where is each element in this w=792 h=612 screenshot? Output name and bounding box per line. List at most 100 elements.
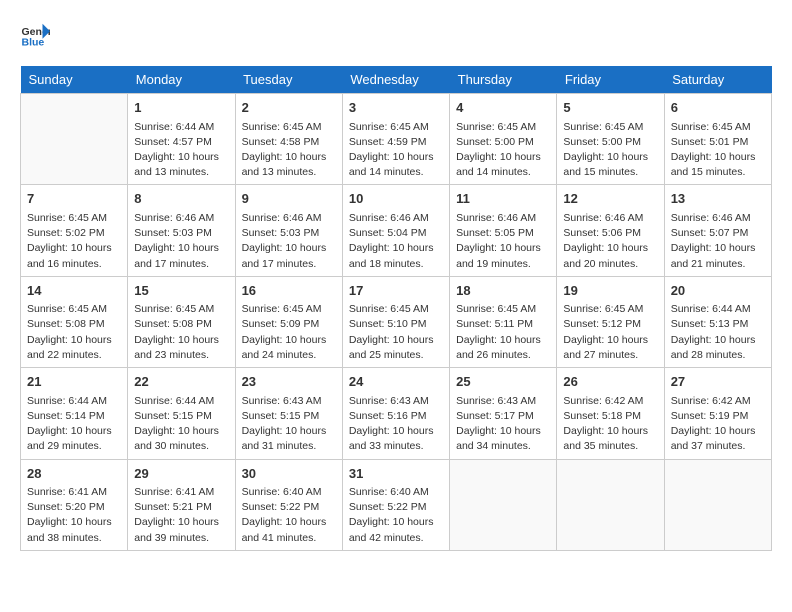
calendar-cell: 17Sunrise: 6:45 AM Sunset: 5:10 PM Dayli…: [342, 276, 449, 367]
calendar-cell: 30Sunrise: 6:40 AM Sunset: 5:22 PM Dayli…: [235, 459, 342, 550]
logo-icon: General Blue: [20, 20, 50, 50]
day-number: 23: [242, 372, 336, 392]
day-info: Sunrise: 6:45 AM Sunset: 5:10 PM Dayligh…: [349, 302, 443, 363]
day-info: Sunrise: 6:41 AM Sunset: 5:21 PM Dayligh…: [134, 485, 228, 546]
weekday-header-sunday: Sunday: [21, 66, 128, 94]
day-info: Sunrise: 6:45 AM Sunset: 5:11 PM Dayligh…: [456, 302, 550, 363]
day-info: Sunrise: 6:46 AM Sunset: 5:03 PM Dayligh…: [134, 211, 228, 272]
day-info: Sunrise: 6:45 AM Sunset: 4:58 PM Dayligh…: [242, 120, 336, 181]
calendar-table: SundayMondayTuesdayWednesdayThursdayFrid…: [20, 66, 772, 551]
calendar-cell: 6Sunrise: 6:45 AM Sunset: 5:01 PM Daylig…: [664, 94, 771, 185]
calendar-cell: 16Sunrise: 6:45 AM Sunset: 5:09 PM Dayli…: [235, 276, 342, 367]
day-info: Sunrise: 6:44 AM Sunset: 5:13 PM Dayligh…: [671, 302, 765, 363]
day-info: Sunrise: 6:41 AM Sunset: 5:20 PM Dayligh…: [27, 485, 121, 546]
calendar-cell: 13Sunrise: 6:46 AM Sunset: 5:07 PM Dayli…: [664, 185, 771, 276]
calendar-cell: 9Sunrise: 6:46 AM Sunset: 5:03 PM Daylig…: [235, 185, 342, 276]
day-number: 24: [349, 372, 443, 392]
calendar-cell: 12Sunrise: 6:46 AM Sunset: 5:06 PM Dayli…: [557, 185, 664, 276]
day-number: 22: [134, 372, 228, 392]
day-number: 16: [242, 281, 336, 301]
calendar-cell: 7Sunrise: 6:45 AM Sunset: 5:02 PM Daylig…: [21, 185, 128, 276]
day-number: 9: [242, 189, 336, 209]
day-number: 10: [349, 189, 443, 209]
day-number: 7: [27, 189, 121, 209]
calendar-cell: 31Sunrise: 6:40 AM Sunset: 5:22 PM Dayli…: [342, 459, 449, 550]
calendar-cell: 24Sunrise: 6:43 AM Sunset: 5:16 PM Dayli…: [342, 368, 449, 459]
calendar-cell: 15Sunrise: 6:45 AM Sunset: 5:08 PM Dayli…: [128, 276, 235, 367]
calendar-cell: 11Sunrise: 6:46 AM Sunset: 5:05 PM Dayli…: [450, 185, 557, 276]
calendar-cell: 28Sunrise: 6:41 AM Sunset: 5:20 PM Dayli…: [21, 459, 128, 550]
day-info: Sunrise: 6:42 AM Sunset: 5:18 PM Dayligh…: [563, 394, 657, 455]
day-number: 3: [349, 98, 443, 118]
calendar-cell: 14Sunrise: 6:45 AM Sunset: 5:08 PM Dayli…: [21, 276, 128, 367]
weekday-header-saturday: Saturday: [664, 66, 771, 94]
day-number: 26: [563, 372, 657, 392]
day-info: Sunrise: 6:43 AM Sunset: 5:15 PM Dayligh…: [242, 394, 336, 455]
weekday-header-friday: Friday: [557, 66, 664, 94]
day-number: 8: [134, 189, 228, 209]
weekday-header-wednesday: Wednesday: [342, 66, 449, 94]
day-info: Sunrise: 6:46 AM Sunset: 5:07 PM Dayligh…: [671, 211, 765, 272]
calendar-cell: 27Sunrise: 6:42 AM Sunset: 5:19 PM Dayli…: [664, 368, 771, 459]
calendar-cell: 21Sunrise: 6:44 AM Sunset: 5:14 PM Dayli…: [21, 368, 128, 459]
day-info: Sunrise: 6:45 AM Sunset: 5:08 PM Dayligh…: [27, 302, 121, 363]
calendar-cell: 8Sunrise: 6:46 AM Sunset: 5:03 PM Daylig…: [128, 185, 235, 276]
day-info: Sunrise: 6:42 AM Sunset: 5:19 PM Dayligh…: [671, 394, 765, 455]
calendar-cell: [664, 459, 771, 550]
day-number: 17: [349, 281, 443, 301]
day-info: Sunrise: 6:45 AM Sunset: 4:59 PM Dayligh…: [349, 120, 443, 181]
day-number: 13: [671, 189, 765, 209]
day-info: Sunrise: 6:46 AM Sunset: 5:04 PM Dayligh…: [349, 211, 443, 272]
logo: General Blue: [20, 20, 50, 50]
day-number: 1: [134, 98, 228, 118]
week-row-2: 7Sunrise: 6:45 AM Sunset: 5:02 PM Daylig…: [21, 185, 772, 276]
calendar-cell: 22Sunrise: 6:44 AM Sunset: 5:15 PM Dayli…: [128, 368, 235, 459]
day-info: Sunrise: 6:43 AM Sunset: 5:16 PM Dayligh…: [349, 394, 443, 455]
calendar-cell: [21, 94, 128, 185]
day-number: 28: [27, 464, 121, 484]
day-info: Sunrise: 6:43 AM Sunset: 5:17 PM Dayligh…: [456, 394, 550, 455]
weekday-header-thursday: Thursday: [450, 66, 557, 94]
weekday-header-tuesday: Tuesday: [235, 66, 342, 94]
day-info: Sunrise: 6:40 AM Sunset: 5:22 PM Dayligh…: [349, 485, 443, 546]
day-info: Sunrise: 6:45 AM Sunset: 5:12 PM Dayligh…: [563, 302, 657, 363]
calendar-cell: 1Sunrise: 6:44 AM Sunset: 4:57 PM Daylig…: [128, 94, 235, 185]
day-info: Sunrise: 6:45 AM Sunset: 5:02 PM Dayligh…: [27, 211, 121, 272]
calendar-cell: [450, 459, 557, 550]
day-info: Sunrise: 6:46 AM Sunset: 5:03 PM Dayligh…: [242, 211, 336, 272]
week-row-4: 21Sunrise: 6:44 AM Sunset: 5:14 PM Dayli…: [21, 368, 772, 459]
calendar-cell: 5Sunrise: 6:45 AM Sunset: 5:00 PM Daylig…: [557, 94, 664, 185]
day-number: 4: [456, 98, 550, 118]
day-info: Sunrise: 6:44 AM Sunset: 5:15 PM Dayligh…: [134, 394, 228, 455]
calendar-cell: 18Sunrise: 6:45 AM Sunset: 5:11 PM Dayli…: [450, 276, 557, 367]
calendar-cell: 19Sunrise: 6:45 AM Sunset: 5:12 PM Dayli…: [557, 276, 664, 367]
day-number: 11: [456, 189, 550, 209]
calendar-cell: 23Sunrise: 6:43 AM Sunset: 5:15 PM Dayli…: [235, 368, 342, 459]
day-number: 25: [456, 372, 550, 392]
day-info: Sunrise: 6:44 AM Sunset: 5:14 PM Dayligh…: [27, 394, 121, 455]
day-info: Sunrise: 6:45 AM Sunset: 5:01 PM Dayligh…: [671, 120, 765, 181]
day-number: 31: [349, 464, 443, 484]
weekday-header-monday: Monday: [128, 66, 235, 94]
day-info: Sunrise: 6:45 AM Sunset: 5:08 PM Dayligh…: [134, 302, 228, 363]
calendar-cell: 25Sunrise: 6:43 AM Sunset: 5:17 PM Dayli…: [450, 368, 557, 459]
day-info: Sunrise: 6:46 AM Sunset: 5:05 PM Dayligh…: [456, 211, 550, 272]
calendar-cell: 4Sunrise: 6:45 AM Sunset: 5:00 PM Daylig…: [450, 94, 557, 185]
week-row-1: 1Sunrise: 6:44 AM Sunset: 4:57 PM Daylig…: [21, 94, 772, 185]
weekday-header-row: SundayMondayTuesdayWednesdayThursdayFrid…: [21, 66, 772, 94]
day-number: 30: [242, 464, 336, 484]
page-header: General Blue: [20, 20, 772, 50]
calendar-cell: 10Sunrise: 6:46 AM Sunset: 5:04 PM Dayli…: [342, 185, 449, 276]
calendar-cell: 20Sunrise: 6:44 AM Sunset: 5:13 PM Dayli…: [664, 276, 771, 367]
day-number: 20: [671, 281, 765, 301]
day-number: 18: [456, 281, 550, 301]
day-info: Sunrise: 6:45 AM Sunset: 5:00 PM Dayligh…: [456, 120, 550, 181]
day-number: 27: [671, 372, 765, 392]
day-number: 19: [563, 281, 657, 301]
day-number: 15: [134, 281, 228, 301]
day-number: 12: [563, 189, 657, 209]
day-info: Sunrise: 6:46 AM Sunset: 5:06 PM Dayligh…: [563, 211, 657, 272]
calendar-cell: 3Sunrise: 6:45 AM Sunset: 4:59 PM Daylig…: [342, 94, 449, 185]
day-number: 14: [27, 281, 121, 301]
day-info: Sunrise: 6:44 AM Sunset: 4:57 PM Dayligh…: [134, 120, 228, 181]
